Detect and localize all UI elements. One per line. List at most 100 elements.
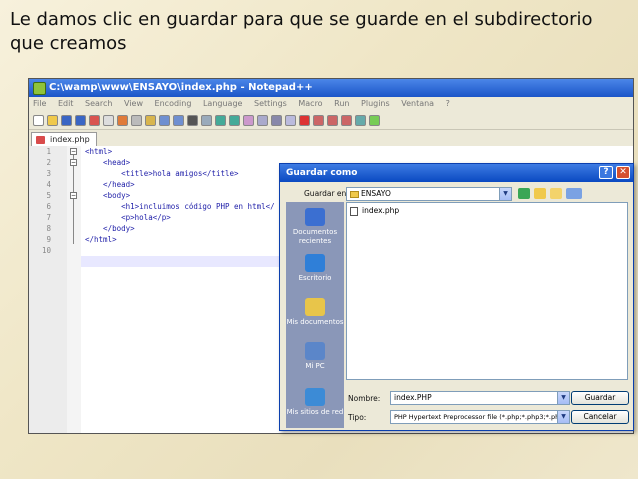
indent-guide-icon[interactable] [285,114,296,126]
print-icon[interactable] [103,114,114,126]
fold-head-icon[interactable]: − [70,159,77,166]
type-label: Tipo: [348,413,367,422]
menu-help[interactable]: ? [446,99,450,108]
save-macro-icon[interactable] [355,114,366,126]
save-icon[interactable] [61,114,72,126]
sync-scroll-icon[interactable] [243,114,254,126]
notepad-title: C:\wamp\www\ENSAYO\index.php - Notepad++ [49,82,313,93]
menu-plugins[interactable]: Plugins [361,99,390,108]
line-number: 1 [46,147,51,156]
place-network[interactable]: Mis sitios de red [286,388,344,417]
file-type-value: PHP Hypertext Preprocessor file (*.php;*… [394,413,570,421]
fold-line [73,155,74,159]
dialog-titlebar[interactable]: Guardar como ? ✕ [280,164,633,182]
place-recent-documents[interactable]: Documentos recientes [286,208,344,246]
place-my-computer[interactable]: Mi PC [286,342,344,371]
copy-icon[interactable] [131,114,142,126]
folder-icon [350,191,359,198]
notepad-app-icon [33,82,46,95]
play-macro-icon[interactable] [327,114,338,126]
file-list[interactable]: index.php [346,202,628,380]
cut-icon[interactable] [117,114,128,126]
menu-run[interactable]: Run [334,99,349,108]
redo-icon[interactable] [173,114,184,126]
save-button[interactable]: Guardar [571,391,629,405]
slide-caption: Le damos clic en guardar para que se gua… [10,9,593,54]
line-number: 7 [46,213,51,222]
find-icon[interactable] [187,114,198,126]
code-line: <p>hola</p> [85,213,171,222]
view-menu-icon[interactable] [566,188,582,199]
show-all-chars-icon[interactable] [271,114,282,126]
save-in-select[interactable]: ENSAYO ▼ [346,187,512,201]
record-macro-icon[interactable] [299,114,310,126]
paste-icon[interactable] [145,114,156,126]
code-line: <title>hola amigos</title> [85,169,239,178]
chevron-down-icon: ▼ [557,392,569,404]
replace-icon[interactable] [201,114,212,126]
up-folder-icon[interactable] [534,188,546,199]
menu-view[interactable]: View [124,99,143,108]
open-file-icon[interactable] [47,114,58,126]
spell-check-icon[interactable] [369,114,380,126]
fold-line [73,166,74,192]
menu-language[interactable]: Language [203,99,242,108]
notepad-tabbar: index.php [29,130,633,147]
menu-file[interactable]: File [33,99,46,108]
filename-value: index.PHP [394,393,432,402]
recent-documents-icon [305,208,325,226]
notepad-menubar: File Edit Search View Encoding Language … [29,97,633,111]
undo-icon[interactable] [159,114,170,126]
my-documents-icon [305,298,325,316]
menu-encoding[interactable]: Encoding [155,99,192,108]
file-modified-icon [36,136,45,144]
zoom-out-icon[interactable] [229,114,240,126]
place-label: Mi PC [305,362,325,370]
save-in-value: ENSAYO [361,189,391,198]
line-number: 4 [46,180,51,189]
close-file-icon[interactable] [89,114,100,126]
line-number: 5 [46,191,51,200]
file-icon [350,207,358,216]
play-multiple-macro-icon[interactable] [341,114,352,126]
fold-html-icon[interactable]: − [70,148,77,155]
line-number: 9 [46,235,51,244]
menu-search[interactable]: Search [85,99,112,108]
dialog-title: Guardar como [286,168,358,178]
menu-macro[interactable]: Macro [298,99,322,108]
network-places-icon [305,388,325,406]
cancel-button[interactable]: Cancelar [571,410,629,424]
new-file-icon[interactable] [33,114,44,126]
list-item[interactable]: index.php [350,206,399,216]
fold-line [73,199,74,244]
save-in-label: Guardar en: [304,189,349,198]
notepad-titlebar[interactable]: C:\wamp\www\ENSAYO\index.php - Notepad++ [29,79,633,97]
menu-window[interactable]: Ventana [401,99,434,108]
stop-macro-icon[interactable] [313,114,324,126]
file-type-select[interactable]: PHP Hypertext Preprocessor file (*.php;*… [390,410,570,424]
menu-settings[interactable]: Settings [254,99,287,108]
code-line: </html> [85,235,117,244]
filename-input[interactable]: index.PHP ▼ [390,391,570,405]
chevron-down-icon: ▼ [557,411,569,423]
zoom-in-icon[interactable] [215,114,226,126]
tab-index-php[interactable]: index.php [31,132,97,147]
tab-label: index.php [50,135,90,144]
word-wrap-icon[interactable] [257,114,268,126]
my-computer-icon [305,342,325,360]
code-line: <body> [85,191,131,200]
menu-edit[interactable]: Edit [58,99,74,108]
fold-body-icon[interactable]: − [70,192,77,199]
new-folder-icon[interactable] [550,188,562,199]
help-button[interactable]: ? [599,166,613,179]
place-my-documents[interactable]: Mis documentos [286,298,344,327]
close-button[interactable]: ✕ [616,166,630,179]
code-line: <html> [85,147,113,156]
save-all-icon[interactable] [75,114,86,126]
chevron-down-icon: ▼ [499,188,511,200]
back-icon[interactable] [518,188,530,199]
line-number: 10 [41,246,51,255]
place-desktop[interactable]: Escritorio [286,254,344,283]
fold-margin [67,146,81,433]
file-name: index.php [362,206,400,215]
